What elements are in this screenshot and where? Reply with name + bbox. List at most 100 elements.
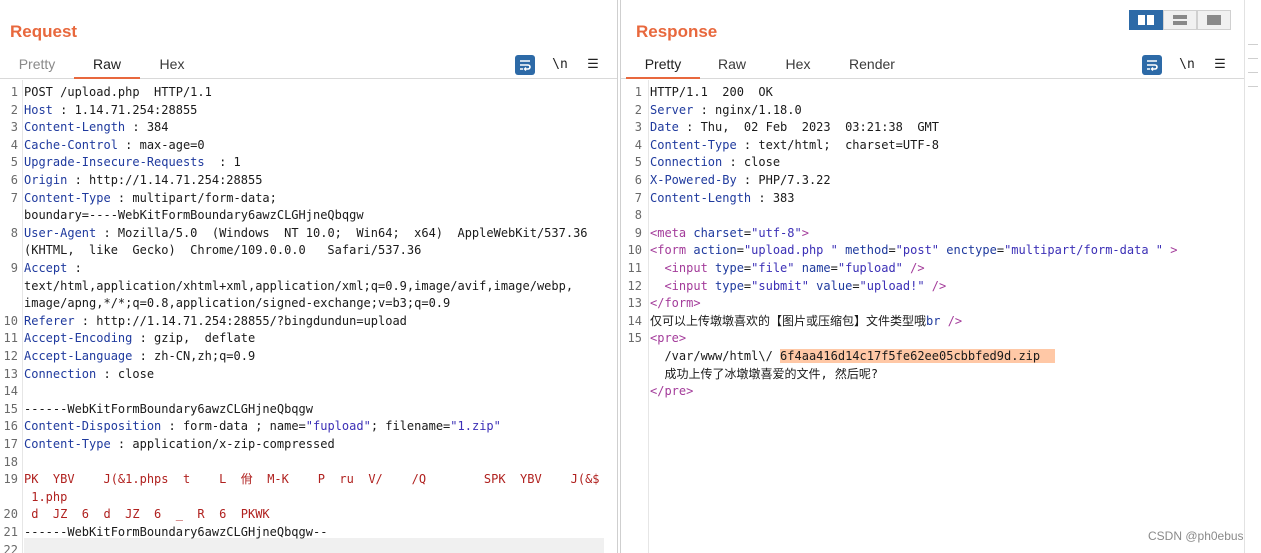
tab-pretty[interactable]: Pretty (626, 53, 700, 79)
code-token: type (707, 261, 744, 275)
code-line: Server : nginx/1.18.0 (650, 102, 802, 120)
code-token: /var/www/html\/ (650, 349, 781, 363)
line-number: 3 (10, 120, 18, 135)
line-number: 7 (10, 190, 18, 205)
tabbed-layout-icon[interactable] (1197, 10, 1231, 30)
code-token: : Thu, 02 Feb 2023 03:21:38 GMT (678, 120, 939, 135)
code-token: Content-Type (24, 190, 111, 205)
code-token: charset (686, 225, 744, 240)
code-token: </pre (650, 384, 687, 399)
code-line: ------WebKitFormBoundary6awzCLGHjneQbqgw… (24, 524, 327, 542)
tab-hex[interactable]: Hex (773, 53, 823, 79)
code-token: = (852, 278, 860, 293)
code-token: : close (96, 366, 155, 381)
code-token: method (837, 243, 889, 258)
tab-pretty[interactable]: Pretty (8, 53, 66, 79)
code-token: : max-age=0 (117, 137, 205, 152)
code-token: > (801, 225, 809, 240)
menu-icon[interactable]: ☰ (1210, 55, 1230, 75)
code-line: ------WebKitFormBoundary6awzCLGHjneQbqgw (24, 401, 313, 419)
code-token: > (693, 296, 701, 311)
code-line: image/apng,*/*;q=0.8,application/signed-… (24, 295, 450, 313)
wrap-lines-icon[interactable] (1142, 55, 1162, 75)
code-token: "submit" (751, 278, 809, 293)
code-token: = (996, 243, 1005, 258)
show-newlines-icon[interactable]: \n (550, 55, 570, 75)
code-token: "utf-8" (751, 225, 802, 240)
line-number: 12 (627, 278, 642, 293)
tab-render[interactable]: Render (841, 53, 903, 79)
code-line: <input type="submit" value="upload!" /> (650, 278, 946, 296)
code-line: 仅可以上传墩墩喜欢的【图片或压缩包】文件类型哦br /> (650, 313, 962, 331)
code-token: "fupload" (837, 261, 903, 275)
line-number: 17 (3, 437, 18, 451)
watermark: CSDN @ph0ebus (1148, 529, 1244, 543)
code-token: Content-Type (24, 437, 111, 451)
code-token: : gzip, deflate (132, 331, 256, 346)
code-token: <form (650, 243, 687, 258)
line-number: 11 (3, 331, 18, 346)
code-token: Origin (24, 173, 68, 187)
tab-raw[interactable]: Raw (707, 53, 757, 79)
line-number: 9 (10, 261, 18, 275)
code-line: Date : Thu, 02 Feb 2023 03:21:38 GMT (650, 119, 939, 137)
line-number-divider (22, 80, 23, 553)
code-token: Accept-Language (24, 349, 133, 363)
code-token: 1.php (24, 489, 68, 504)
code-token: type (707, 278, 744, 293)
code-token: enctype (939, 243, 997, 258)
code-token: 成功上传了冰墩墩喜爱的文件, 然后呢? (650, 366, 879, 381)
code-token: Cache-Control (24, 137, 118, 152)
line-number: 4 (10, 137, 18, 152)
code-token: value (808, 278, 853, 293)
tab-raw[interactable]: Raw (74, 53, 140, 79)
code-line: </form> (650, 295, 701, 313)
code-token: name (794, 261, 831, 275)
code-token: br (926, 313, 941, 328)
code-token: Referer (24, 313, 75, 328)
code-token: /> (924, 278, 947, 293)
inspector-collapsed-rail[interactable] (1244, 0, 1261, 553)
line-number: 16 (3, 419, 18, 434)
tab-hex[interactable]: Hex (146, 53, 198, 79)
code-token: = (830, 261, 838, 275)
line-number: 8 (634, 208, 642, 223)
code-token: Upgrade-Insecure-Requests (24, 155, 205, 170)
code-line: Content-Disposition : form-data ; name="… (24, 418, 501, 436)
response-pane: Response Pretty Raw Hex Render \n ☰ 1 HTT… (620, 0, 1244, 553)
line-number: 11 (627, 261, 642, 275)
code-token: : http://1.14.71.254:28855/?bingdundun=u… (74, 313, 407, 328)
side-by-side-layout-icon[interactable] (1129, 10, 1163, 30)
code-token: User-Agent (24, 225, 97, 240)
line-number: 9 (634, 225, 642, 240)
code-token: boundary=----WebKitFormBoundary6awzCLGHj… (24, 208, 364, 223)
code-token: /> (940, 313, 963, 328)
show-newlines-icon[interactable]: \n (1177, 55, 1197, 75)
code-line: Content-Type : multipart/form-data; (24, 190, 277, 208)
code-line: 成功上传了冰墩墩喜爱的文件, 然后呢? (650, 366, 878, 384)
highlighted-filename: 6f4aa416d14c17f5fe62ee05cbbfed9d.zip (780, 349, 1055, 363)
line-number: 10 (627, 243, 642, 258)
line-number: 6 (10, 173, 18, 187)
code-token: : 383 (751, 190, 795, 205)
line-number: 20 (3, 507, 18, 522)
line-number: 2 (10, 102, 18, 117)
line-number: 19 (3, 472, 18, 487)
wrap-lines-icon[interactable] (515, 55, 535, 75)
code-token: : http://1.14.71.254:28855 (67, 173, 263, 187)
menu-icon[interactable]: ☰ (583, 55, 603, 75)
line-number: 8 (10, 225, 18, 240)
code-line: Referer : http://1.14.71.254:28855/?bing… (24, 313, 407, 331)
code-line: Content-Type : text/html; charset=UTF-8 (650, 137, 939, 155)
stacked-layout-icon[interactable] (1163, 10, 1197, 30)
line-number: 4 (634, 137, 642, 152)
code-line: Upgrade-Insecure-Requests : 1 (24, 154, 241, 172)
code-token: "file" (751, 261, 795, 275)
code-line: <pre> (650, 330, 686, 348)
line-number: 13 (3, 366, 18, 381)
code-token: ; filename= (370, 419, 451, 434)
code-line: POST /upload.php HTTP/1.1 (24, 84, 212, 102)
code-token: "fupload" (305, 419, 371, 434)
code-token: d JZ 6 d JZ 6 _ R 6 PKWK (24, 507, 270, 522)
line-number: 1 (10, 85, 18, 99)
